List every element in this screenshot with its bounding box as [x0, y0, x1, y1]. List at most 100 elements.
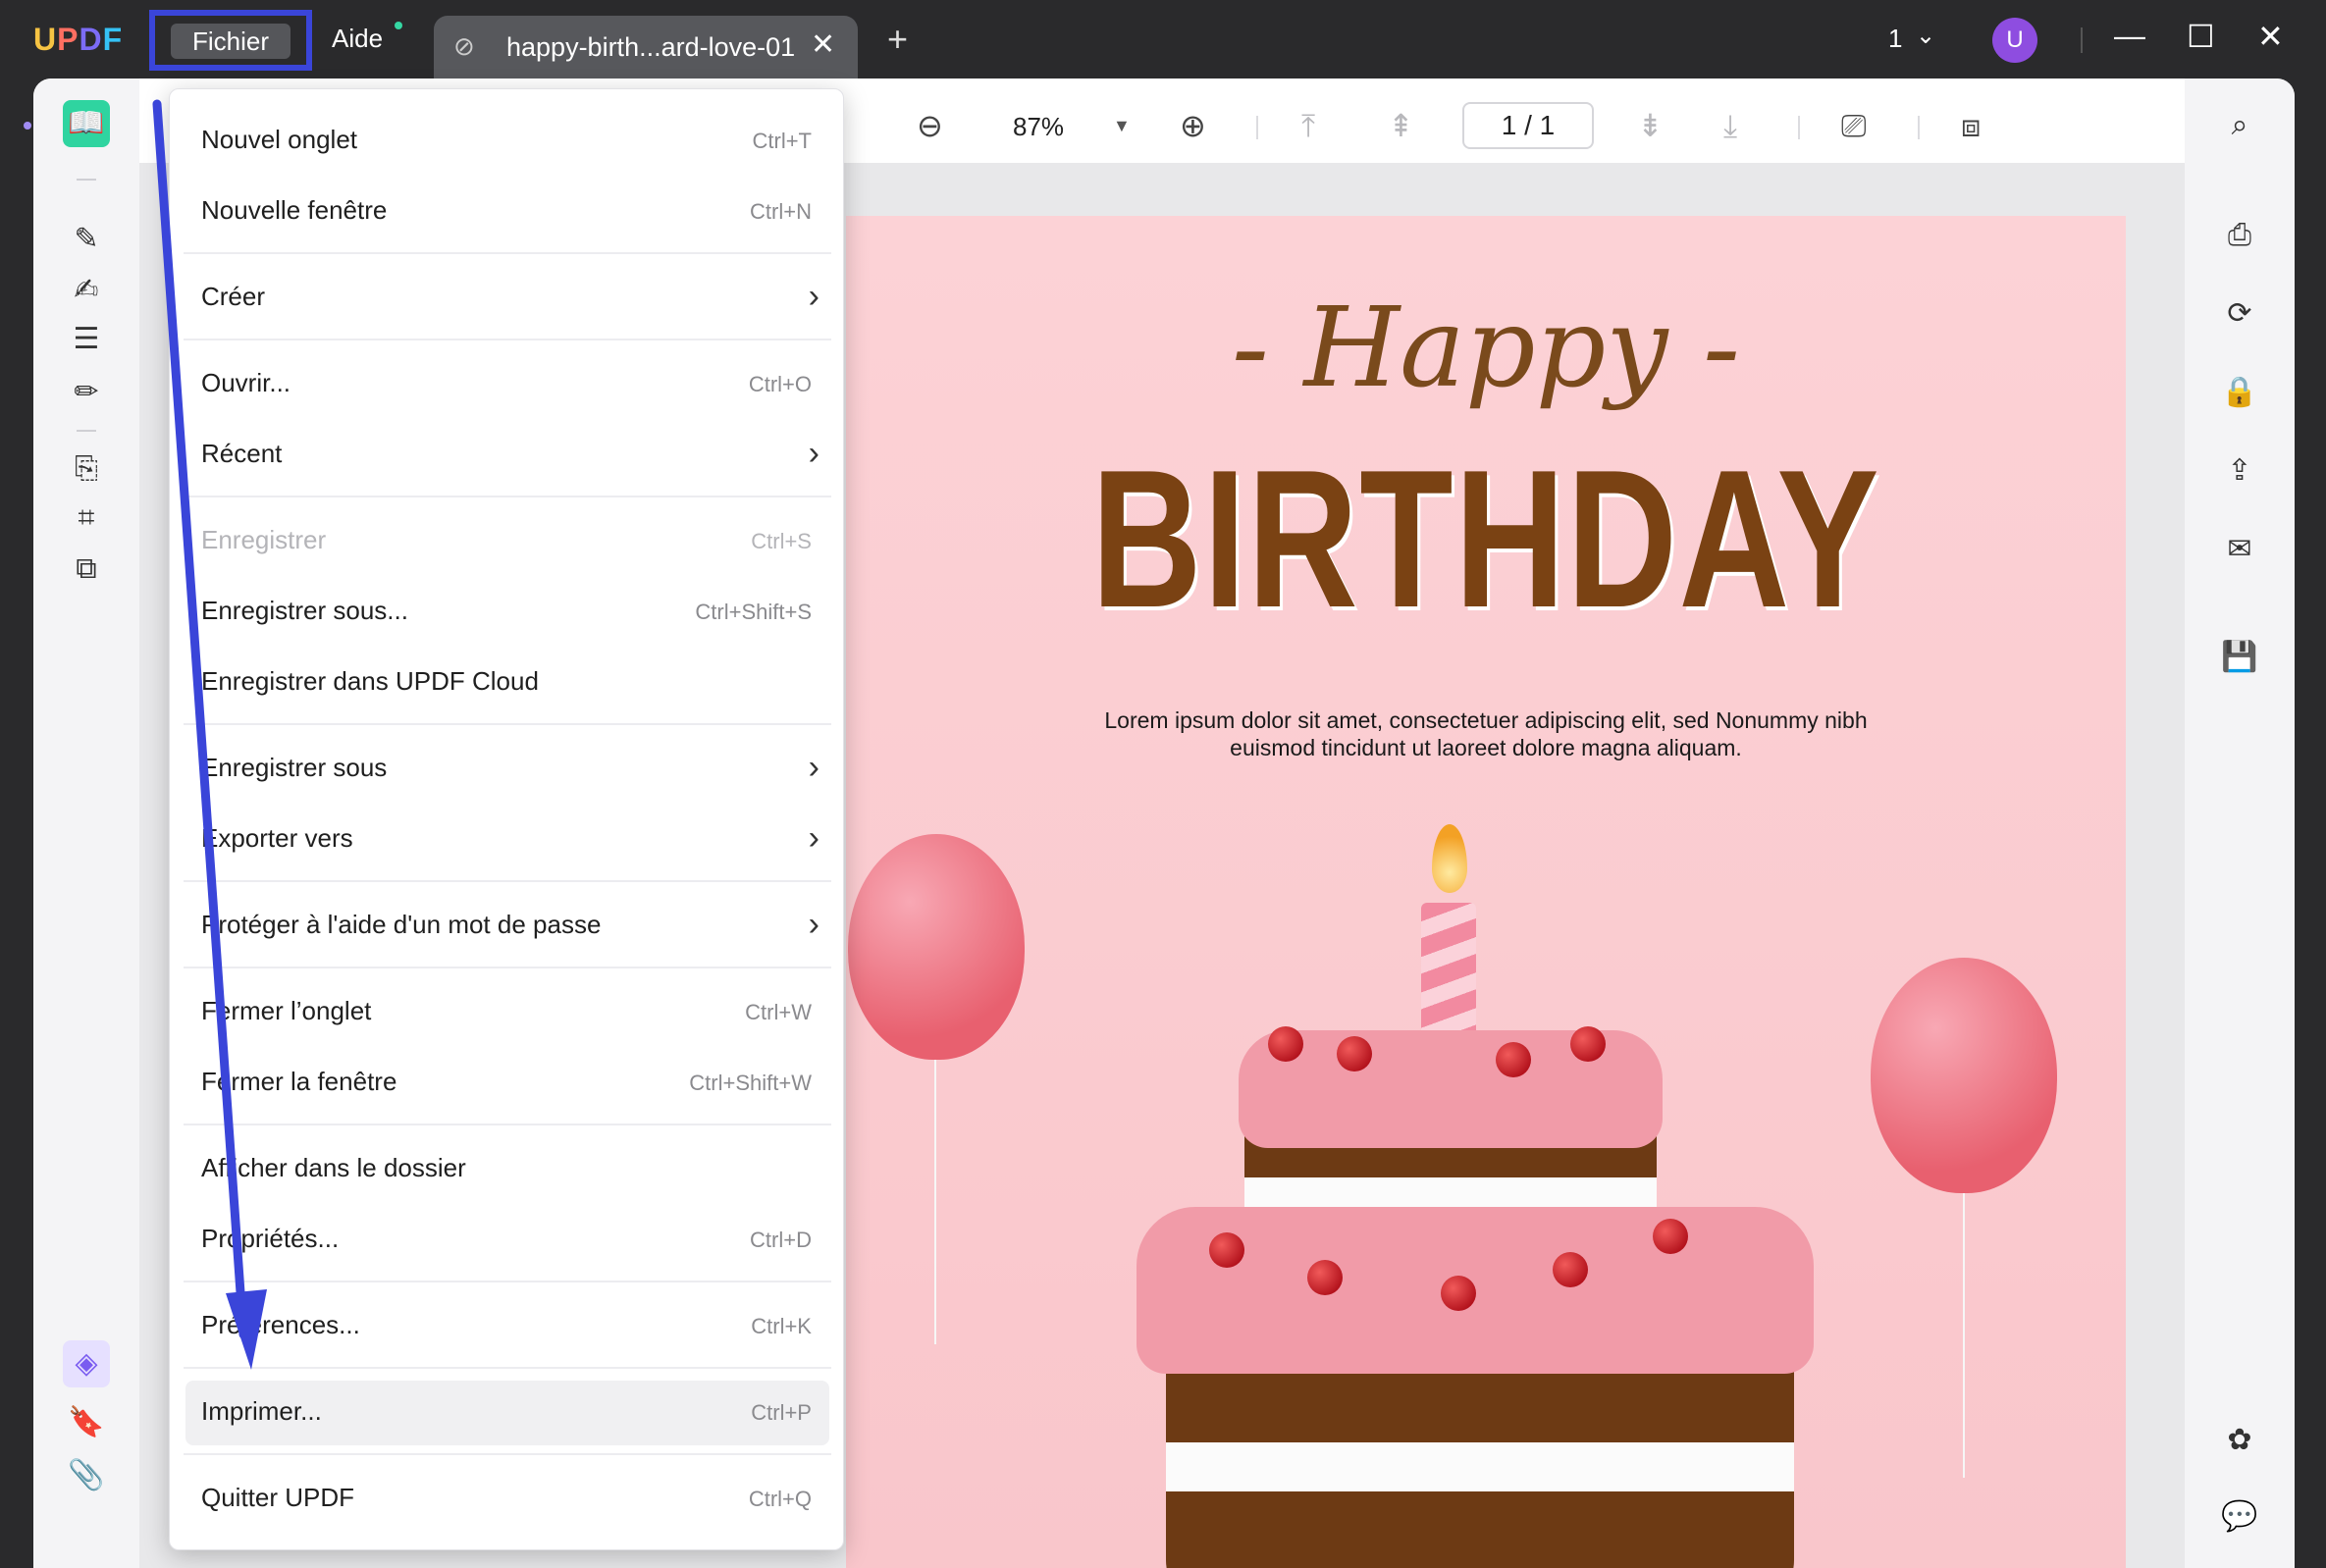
menu-item-save-as-other[interactable]: Enregistrer sous ›	[170, 737, 845, 802]
title-bar: UPDF Fichier Aide ⊘ happy-birth...ard-lo…	[0, 0, 2326, 78]
divider	[2081, 27, 2083, 53]
chevron-down-icon[interactable]: ⌄	[1916, 22, 1935, 50]
menu-item-label: Propriétés...	[201, 1224, 340, 1253]
close-window-icon[interactable]: ✕	[2257, 18, 2284, 55]
next-page-icon[interactable]: ⇟	[1637, 106, 1664, 145]
balloon-right	[1871, 958, 2057, 1193]
menu-item-close-window[interactable]: Fermer la fenêtre Ctrl+Shift+W	[170, 1051, 845, 1116]
menu-item-protect-password[interactable]: Protéger à l'aide d'un mot de passe ›	[170, 894, 845, 959]
zoom-dropdown-icon[interactable]: ▼	[1113, 116, 1131, 136]
chevron-right-icon: ›	[808, 819, 819, 857]
chat-icon[interactable]: 💬	[2220, 1497, 2259, 1537]
menu-item-create[interactable]: Créer ›	[170, 266, 845, 331]
menu-aide[interactable]: Aide	[332, 24, 383, 54]
menu-item-label: Nouvelle fenêtre	[201, 195, 388, 225]
menu-item-label: Nouvel onglet	[201, 125, 357, 154]
form-icon[interactable]: ✏	[63, 369, 110, 416]
minimize-icon[interactable]: —	[2114, 18, 2145, 54]
share-icon[interactable]: ⇪	[2220, 451, 2259, 491]
document-tab-title: happy-birth...ard-love-01	[506, 32, 796, 62]
ocr-icon[interactable]: ⎙	[2220, 216, 2259, 255]
menu-separator	[184, 1281, 831, 1282]
page-input[interactable]: 1 / 1	[1462, 102, 1594, 149]
add-tab-icon[interactable]: +	[887, 22, 908, 57]
tools-icon[interactable]: ⧉	[63, 546, 110, 593]
layers-icon[interactable]: ◈	[63, 1340, 110, 1387]
edit-pdf-icon[interactable]: ✍	[63, 267, 110, 314]
save-icon[interactable]: 💾	[2220, 638, 2259, 677]
page-layout-icon[interactable]: ☰	[63, 316, 110, 363]
menu-item-shortcut: Ctrl+Shift+S	[695, 600, 812, 624]
menu-separator	[184, 880, 831, 882]
first-page-icon[interactable]: ⤒	[1301, 106, 1315, 145]
cherry	[1496, 1042, 1531, 1077]
menu-item-properties[interactable]: Propriétés... Ctrl+D	[170, 1208, 845, 1273]
zoom-value[interactable]: 87%	[1013, 112, 1064, 142]
page-display-icon[interactable]: ⧈	[1961, 106, 1981, 145]
cherry	[1570, 1026, 1606, 1062]
menu-item-label: Imprimer...	[201, 1396, 322, 1426]
menu-item-recent[interactable]: Récent ›	[170, 423, 845, 488]
birthday-card: - Happy - BIRTHDAY Lorem ipsum dolor sit…	[846, 216, 2126, 1568]
presentation-icon[interactable]: ⎚	[1841, 106, 1867, 145]
crop-icon[interactable]: ⌗	[63, 495, 110, 542]
notification-dot	[395, 22, 402, 29]
menu-separator	[184, 967, 831, 968]
menu-item-new-tab[interactable]: Nouvel onglet Ctrl+T	[170, 109, 845, 174]
menu-item-shortcut: Ctrl+S	[751, 529, 812, 553]
divider	[1798, 116, 1800, 139]
convert-icon[interactable]: ⟳	[2220, 294, 2259, 334]
menu-item-label: Protéger à l'aide d'un mot de passe	[201, 910, 602, 939]
page-indicator[interactable]: 1	[1888, 24, 1902, 54]
comment-icon[interactable]: ✎	[63, 216, 110, 263]
maximize-icon[interactable]: ☐	[2187, 18, 2215, 55]
menu-item-save-as[interactable]: Enregistrer sous... Ctrl+Shift+S	[170, 580, 845, 645]
menu-fichier[interactable]: Fichier	[171, 24, 291, 59]
menu-item-quit[interactable]: Quitter UPDF Ctrl+Q	[170, 1467, 845, 1532]
menu-item-save-to-cloud[interactable]: Enregistrer dans UPDF Cloud	[170, 651, 845, 715]
menu-separator	[184, 496, 831, 497]
organize-pages-icon[interactable]: ⎘	[63, 445, 110, 493]
menu-item-export[interactable]: Exporter vers ›	[170, 808, 845, 872]
menu-fichier-highlight: Fichier	[149, 10, 312, 71]
menu-item-shortcut: Ctrl+W	[745, 1000, 812, 1024]
search-icon[interactable]: ⌕	[2220, 106, 2259, 145]
menu-item-preferences[interactable]: Préférences... Ctrl+K	[170, 1294, 845, 1359]
document-tab[interactable]: ⊘ happy-birth...ard-love-01 ✕	[434, 16, 858, 78]
cherry	[1307, 1260, 1343, 1295]
candle	[1421, 903, 1476, 1050]
ai-assistant-icon[interactable]: ✿	[2220, 1421, 2259, 1460]
balloon-left	[848, 834, 1025, 1060]
protect-icon[interactable]: 🔒	[2220, 373, 2259, 412]
balloon-string	[1963, 1193, 1965, 1478]
chevron-right-icon: ›	[808, 749, 819, 786]
menu-item-close-tab[interactable]: Fermer l’onglet Ctrl+W	[170, 980, 845, 1045]
chevron-right-icon: ›	[808, 906, 819, 943]
menu-item-label: Ouvrir...	[201, 368, 291, 397]
cherry	[1441, 1276, 1476, 1311]
card-happy-text: - Happy -	[1232, 285, 1740, 412]
card-birthday-text: BIRTHDAY	[1090, 430, 1881, 649]
zoom-out-icon[interactable]: ⊖	[917, 106, 943, 145]
menu-separator	[184, 252, 831, 254]
menu-item-print[interactable]: Imprimer... Ctrl+P	[185, 1381, 829, 1445]
menu-item-open[interactable]: Ouvrir... Ctrl+O	[170, 352, 845, 417]
bookmark-icon[interactable]: 🔖	[63, 1399, 110, 1446]
close-tab-icon[interactable]: ✕	[811, 27, 835, 62]
document-tab-icon: ⊘	[453, 31, 475, 61]
email-icon[interactable]: ✉	[2220, 530, 2259, 569]
reader-icon[interactable]: 📖	[63, 100, 110, 147]
menu-item-show-in-folder[interactable]: Afficher dans le dossier	[170, 1137, 845, 1202]
previous-page-icon[interactable]: ⇞	[1388, 106, 1414, 145]
cherry	[1553, 1252, 1588, 1287]
divider	[77, 430, 96, 432]
cake-cream-band	[1166, 1442, 1794, 1491]
menu-item-label: Préférences...	[201, 1310, 360, 1339]
attachment-icon[interactable]: 📎	[63, 1452, 110, 1499]
zoom-in-icon[interactable]: ⊕	[1180, 106, 1206, 145]
divider	[1918, 116, 1920, 139]
last-page-icon[interactable]: ⤓	[1723, 106, 1737, 145]
avatar[interactable]: U	[1992, 18, 2037, 63]
right-sidebar: ⌕ ⎙ ⟳ 🔒 ⇪ ✉ 💾 ✿ 💬	[2185, 78, 2295, 1568]
menu-item-new-window[interactable]: Nouvelle fenêtre Ctrl+N	[170, 180, 845, 244]
